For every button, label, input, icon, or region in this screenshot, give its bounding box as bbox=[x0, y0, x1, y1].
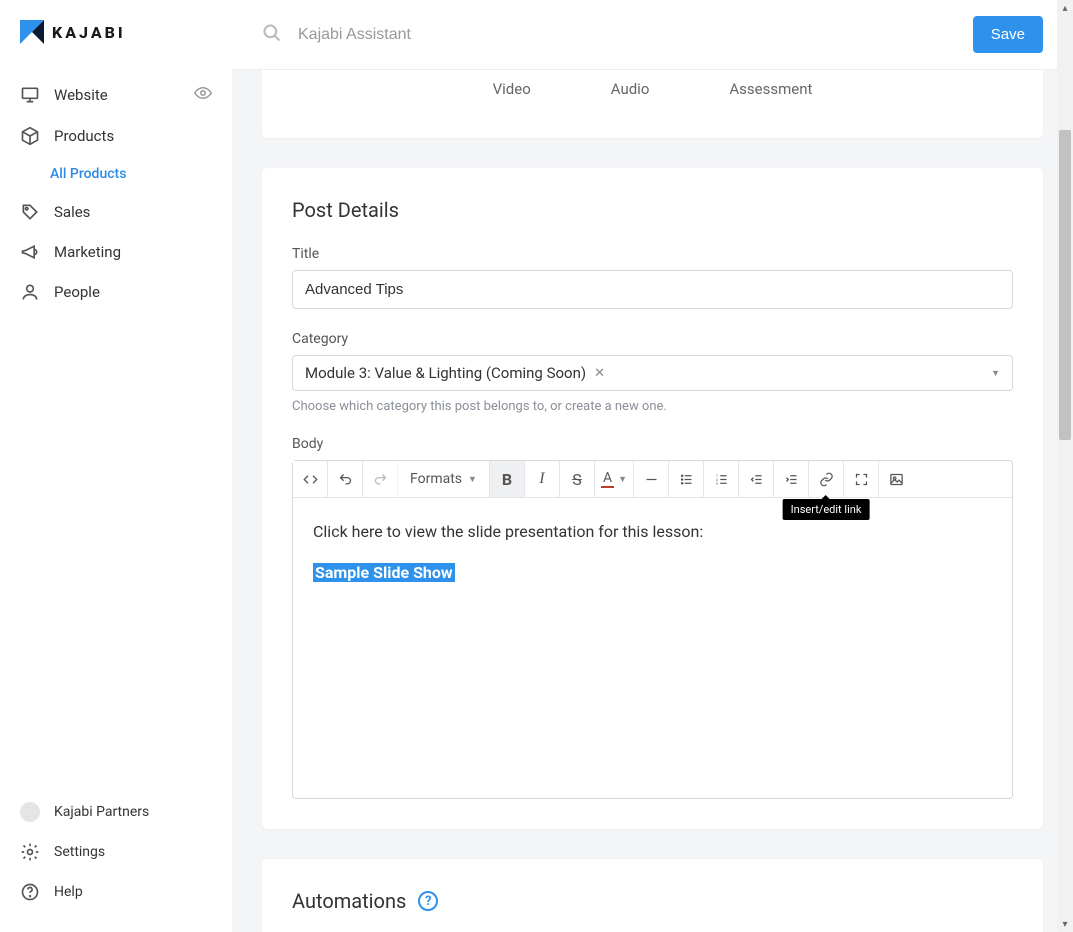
nav-label: Kajabi Partners bbox=[54, 804, 149, 820]
bold-button[interactable]: B bbox=[490, 461, 525, 497]
topbar: Save bbox=[232, 0, 1073, 70]
chevron-down-icon: ▼ bbox=[468, 474, 477, 485]
editor-text-line: Click here to view the slide presentatio… bbox=[313, 518, 992, 545]
nav-label: Website bbox=[54, 86, 108, 104]
brand-logo: KAJABI bbox=[0, 20, 232, 74]
logo-icon bbox=[20, 20, 44, 44]
nav-label: People bbox=[54, 283, 100, 301]
tag-icon bbox=[20, 202, 40, 222]
nav-label: All Products bbox=[50, 166, 126, 182]
scrollbar-thumb[interactable] bbox=[1059, 130, 1071, 440]
secondary-nav: Kajabi Partners Settings Help bbox=[0, 792, 232, 912]
category-select[interactable]: Module 3: Value & Lighting (Coming Soon)… bbox=[292, 355, 1013, 391]
scroll-up-icon[interactable]: ▴ bbox=[1057, 0, 1073, 16]
automations-heading: Automations ? bbox=[292, 889, 1013, 913]
avatar-icon bbox=[20, 802, 40, 822]
box-icon bbox=[20, 126, 40, 146]
nav-products[interactable]: Products bbox=[0, 116, 232, 156]
nav-website[interactable]: Website bbox=[0, 74, 232, 116]
nav-label: Products bbox=[54, 127, 114, 145]
category-help: Choose which category this post belongs … bbox=[292, 399, 1013, 414]
nav-label: Marketing bbox=[54, 243, 121, 261]
body-label: Body bbox=[292, 436, 1013, 452]
chevron-down-icon: ▼ bbox=[618, 474, 627, 485]
title-input[interactable] bbox=[292, 270, 1013, 309]
nav-label: Sales bbox=[54, 203, 90, 221]
category-value: Module 3: Value & Lighting (Coming Soon) bbox=[305, 364, 586, 382]
svg-text:3: 3 bbox=[715, 481, 717, 485]
category-chip: Module 3: Value & Lighting (Coming Soon)… bbox=[305, 364, 605, 382]
nav-partners[interactable]: Kajabi Partners bbox=[0, 792, 232, 832]
nav-help[interactable]: Help bbox=[0, 872, 232, 912]
chevron-down-icon: ▼ bbox=[991, 368, 1000, 379]
tab-audio[interactable]: Audio bbox=[611, 80, 650, 98]
vertical-scrollbar[interactable]: ▴ ▾ bbox=[1057, 0, 1073, 932]
sidebar: KAJABI Website Products All Products Sal… bbox=[0, 0, 232, 932]
brand-name: KAJABI bbox=[52, 23, 126, 42]
numbered-list-button[interactable]: 123 bbox=[704, 461, 739, 497]
link-button[interactable]: Insert/edit link bbox=[809, 461, 844, 497]
nav-people[interactable]: People bbox=[0, 272, 232, 312]
eye-icon[interactable] bbox=[194, 84, 212, 106]
main-area: Save Video Audio Assessment Post Details… bbox=[232, 0, 1073, 932]
text-color-button[interactable]: A▼ bbox=[595, 461, 634, 497]
tab-video[interactable]: Video bbox=[493, 80, 531, 98]
horizontal-rule-button[interactable] bbox=[634, 461, 669, 497]
primary-nav: Website Products All Products Sales Mark… bbox=[0, 74, 232, 792]
bullet-list-button[interactable] bbox=[669, 461, 704, 497]
nav-all-products[interactable]: All Products bbox=[0, 156, 232, 192]
outdent-button[interactable] bbox=[739, 461, 774, 497]
save-button[interactable]: Save bbox=[973, 16, 1043, 53]
strikethrough-button[interactable]: S bbox=[560, 461, 595, 497]
post-details-card: Post Details Title Category Module 3: Va… bbox=[262, 168, 1043, 829]
nav-sales[interactable]: Sales bbox=[0, 192, 232, 232]
post-details-heading: Post Details bbox=[292, 198, 1013, 222]
image-button[interactable] bbox=[879, 461, 914, 497]
nav-label: Help bbox=[54, 884, 83, 900]
remove-category-icon[interactable]: ✕ bbox=[594, 366, 605, 381]
tooltip: Insert/edit link bbox=[783, 499, 870, 520]
content-scroll[interactable]: Video Audio Assessment Post Details Titl… bbox=[232, 70, 1073, 932]
megaphone-icon bbox=[20, 242, 40, 262]
help-icon bbox=[20, 882, 40, 902]
search-input[interactable] bbox=[298, 26, 957, 44]
search-icon[interactable] bbox=[262, 23, 282, 47]
scroll-down-icon[interactable]: ▾ bbox=[1057, 916, 1073, 932]
monitor-icon bbox=[20, 85, 40, 105]
nav-settings[interactable]: Settings bbox=[0, 832, 232, 872]
indent-button[interactable] bbox=[774, 461, 809, 497]
formats-dropdown[interactable]: Formats▼ bbox=[398, 461, 490, 497]
undo-button[interactable] bbox=[328, 461, 363, 497]
user-icon bbox=[20, 282, 40, 302]
tab-assessment[interactable]: Assessment bbox=[729, 80, 812, 98]
nav-marketing[interactable]: Marketing bbox=[0, 232, 232, 272]
category-label: Category bbox=[292, 331, 1013, 347]
media-type-card: Video Audio Assessment bbox=[262, 70, 1043, 138]
help-icon[interactable]: ? bbox=[418, 891, 438, 911]
selected-text[interactable]: Sample Slide Show bbox=[313, 563, 455, 582]
code-view-button[interactable] bbox=[293, 461, 328, 497]
title-label: Title bbox=[292, 246, 1013, 262]
redo-button[interactable] bbox=[363, 461, 398, 497]
gear-icon bbox=[20, 842, 40, 862]
fullscreen-button[interactable] bbox=[844, 461, 879, 497]
rich-text-editor: Formats▼ B I S A▼ 123 bbox=[292, 460, 1013, 799]
editor-toolbar: Formats▼ B I S A▼ 123 bbox=[293, 461, 1012, 498]
editor-content[interactable]: Click here to view the slide presentatio… bbox=[293, 498, 1012, 798]
nav-label: Settings bbox=[54, 844, 105, 860]
automations-card: Automations ? bbox=[262, 859, 1043, 932]
italic-button[interactable]: I bbox=[525, 461, 560, 497]
